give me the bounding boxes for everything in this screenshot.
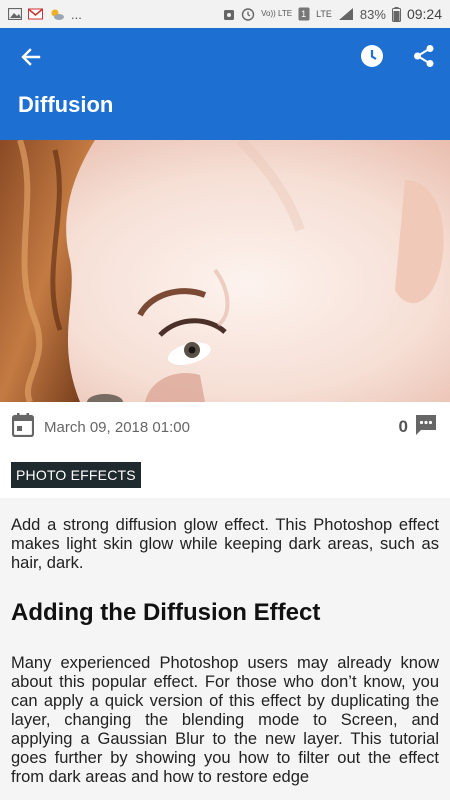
gallery-icon bbox=[8, 8, 22, 20]
status-bar: ... Vo)) LTE 1 LTE 83% 09:24 bbox=[0, 0, 450, 28]
battery-icon bbox=[391, 6, 401, 22]
sim-slot-label: 1 bbox=[301, 9, 307, 19]
back-button[interactable] bbox=[14, 42, 48, 76]
article-intro: Add a strong diffusion glow effect. This… bbox=[11, 516, 439, 572]
share-icon bbox=[413, 44, 435, 73]
publish-date: March 09, 2018 01:00 bbox=[44, 418, 190, 436]
article-meta-row: March 09, 2018 01:00 0 bbox=[0, 402, 450, 452]
history-button[interactable] bbox=[356, 42, 388, 74]
category-tag-strip: PHOTO EFFECTS bbox=[0, 452, 450, 498]
app-bar: Diffusion bbox=[0, 28, 450, 140]
clock-time: 09:24 bbox=[406, 6, 442, 22]
comments-button[interactable] bbox=[414, 413, 438, 442]
volte-label: Vo)) LTE bbox=[261, 9, 293, 18]
comment-count: 0 bbox=[398, 417, 408, 436]
alarm-icon bbox=[241, 7, 255, 21]
status-left: ... bbox=[8, 7, 82, 22]
notification-overflow: ... bbox=[71, 6, 82, 22]
weather-icon bbox=[49, 7, 65, 21]
comment-icon bbox=[414, 413, 438, 442]
page-title: Diffusion bbox=[18, 92, 114, 117]
signal-icon bbox=[338, 7, 354, 21]
category-tag[interactable]: PHOTO EFFECTS bbox=[11, 462, 141, 488]
app-lock-icon bbox=[223, 7, 235, 21]
article-hero-image bbox=[0, 140, 450, 402]
article-body: Add a strong diffusion glow effect. This… bbox=[0, 498, 450, 800]
arrow-back-icon bbox=[21, 47, 41, 72]
section-heading: Adding the Diffusion Effect bbox=[11, 599, 321, 626]
article-paragraph: Many experienced Photoshop users may alr… bbox=[11, 654, 439, 786]
calendar-icon bbox=[11, 412, 35, 442]
battery-percent: 83% bbox=[359, 6, 386, 22]
gmail-icon bbox=[28, 8, 43, 20]
status-right: Vo)) LTE 1 LTE 83% 09:24 bbox=[223, 6, 442, 22]
clock-icon bbox=[360, 44, 384, 73]
share-button[interactable] bbox=[408, 42, 440, 74]
lte-label: LTE bbox=[316, 9, 332, 19]
